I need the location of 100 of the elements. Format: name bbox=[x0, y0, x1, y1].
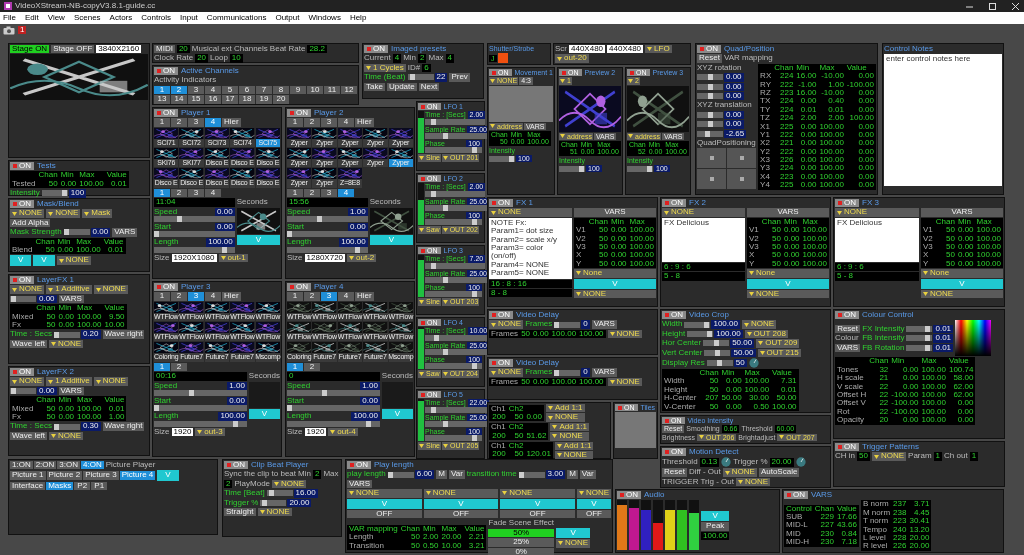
menu-item[interactable]: Help bbox=[349, 13, 367, 23]
on-toggle[interactable]: ON bbox=[224, 461, 248, 470]
dropdown[interactable]: Add 1:1 bbox=[545, 404, 585, 413]
menu-item[interactable]: Actors bbox=[109, 13, 133, 23]
dropdown[interactable]: NONE bbox=[46, 209, 81, 218]
dropdown[interactable]: NONE bbox=[556, 539, 591, 548]
tab[interactable]: 16 bbox=[205, 95, 221, 104]
dropdown[interactable]: NONE bbox=[489, 368, 524, 377]
tab[interactable]: 1 bbox=[154, 362, 170, 372]
button[interactable]: OFF bbox=[500, 509, 575, 519]
tab[interactable]: 3 bbox=[188, 188, 204, 198]
on-toggle[interactable]: ON bbox=[154, 283, 178, 292]
tab[interactable]: 2 bbox=[171, 118, 187, 127]
menu-item[interactable]: Windows bbox=[308, 13, 341, 23]
button[interactable]: Prev bbox=[449, 73, 470, 82]
dropdown[interactable]: NONE bbox=[554, 450, 594, 460]
button[interactable]: VARS bbox=[747, 208, 829, 217]
dropdown[interactable]: OUT 208 bbox=[744, 329, 788, 339]
tab[interactable]: 1 bbox=[154, 118, 170, 127]
dropdown[interactable]: NONE bbox=[835, 208, 920, 217]
dropdown[interactable]: out-2 bbox=[347, 253, 377, 263]
button[interactable]: M bbox=[567, 470, 578, 479]
dropdown[interactable]: NONE bbox=[735, 477, 771, 487]
dropdown[interactable]: NONE bbox=[10, 377, 45, 386]
tab[interactable]: 3 bbox=[188, 292, 204, 301]
tab[interactable]: 2 bbox=[304, 362, 320, 372]
button[interactable]: Straight bbox=[224, 507, 256, 517]
tab[interactable]: 4 bbox=[338, 118, 354, 127]
tab[interactable]: Picture 4 bbox=[119, 471, 156, 480]
dropdown[interactable]: NONE bbox=[747, 289, 829, 299]
notes-field[interactable]: FX Delicious bbox=[835, 217, 920, 262]
tab[interactable]: 2 bbox=[171, 85, 187, 95]
dropdown[interactable]: 1 Additive bbox=[46, 285, 92, 294]
tab[interactable]: 18 bbox=[239, 95, 255, 104]
tab[interactable]: 17 bbox=[222, 95, 238, 104]
tab[interactable]: 10 bbox=[307, 85, 323, 95]
button[interactable]: Peak bbox=[701, 522, 730, 531]
button[interactable]: VARS bbox=[58, 294, 84, 304]
tab[interactable]: 12 bbox=[341, 85, 357, 95]
notes-field[interactable]: NOTE Fx: Param1= dot size Param2= scale x/y Param3= color (on/off) Param4= NONE Param5= NONE bbox=[489, 217, 573, 279]
text-field[interactable]: 1920 bbox=[171, 427, 194, 437]
on-toggle[interactable]: ON bbox=[154, 109, 178, 118]
tab[interactable]: 4 bbox=[338, 188, 354, 198]
button[interactable]: AutoScale bbox=[758, 468, 800, 477]
dropdown[interactable]: NONE bbox=[607, 329, 642, 339]
on-toggle[interactable]: ON bbox=[662, 448, 686, 457]
tab[interactable]: P2 bbox=[74, 481, 91, 491]
tab[interactable]: 2 bbox=[304, 188, 320, 198]
tab[interactable]: 20 bbox=[273, 95, 289, 104]
tab[interactable]: 3:ON bbox=[57, 461, 80, 470]
tab[interactable]: Hier bbox=[355, 292, 374, 301]
button[interactable]: VARS bbox=[347, 479, 373, 489]
dropdown[interactable]: NONE bbox=[49, 339, 84, 349]
on-toggle[interactable]: ON bbox=[347, 461, 371, 470]
button[interactable]: Take bbox=[364, 82, 385, 91]
dropdown[interactable]: 1 Additive bbox=[46, 377, 92, 386]
on-toggle[interactable]: ON bbox=[662, 311, 686, 320]
notes-field[interactable]: enter control notes here bbox=[884, 54, 1002, 187]
tab[interactable]: 3 bbox=[188, 85, 204, 95]
button[interactable]: VARS bbox=[835, 343, 861, 352]
button[interactable]: Wave right bbox=[102, 330, 145, 339]
on-toggle[interactable]: ON bbox=[10, 276, 34, 285]
menu-item[interactable]: Scenes bbox=[73, 13, 101, 23]
menu-item[interactable]: File bbox=[3, 13, 16, 23]
dropdown[interactable]: NONE bbox=[93, 285, 128, 294]
button[interactable]: VARS bbox=[574, 208, 656, 217]
button[interactable]: VARS bbox=[112, 228, 138, 237]
tab[interactable]: 14 bbox=[171, 95, 187, 104]
dropdown[interactable]: NONE bbox=[10, 285, 45, 294]
on-toggle[interactable]: ON bbox=[10, 368, 34, 377]
button[interactable]: Stage ON bbox=[10, 45, 50, 54]
tab[interactable]: 1 bbox=[287, 362, 303, 372]
button[interactable]: OFF bbox=[423, 509, 499, 519]
on-toggle[interactable]: ON bbox=[364, 45, 388, 54]
tab[interactable]: 2 bbox=[304, 118, 320, 127]
button[interactable]: Wave right bbox=[102, 422, 145, 431]
tab[interactable]: Picture 1 bbox=[10, 471, 46, 480]
tab[interactable]: 6 bbox=[239, 85, 255, 95]
button[interactable]: Stage OFF bbox=[51, 45, 95, 54]
tab[interactable]: 11 bbox=[324, 85, 340, 95]
on-toggle[interactable]: ON bbox=[154, 67, 178, 76]
on-toggle[interactable]: ON bbox=[489, 311, 513, 320]
text-field[interactable]: 1920 bbox=[304, 427, 327, 437]
dropdown[interactable]: OUT 209 bbox=[756, 339, 800, 348]
button[interactable]: Var bbox=[579, 470, 596, 479]
tab[interactable]: 4 bbox=[205, 188, 221, 198]
dropdown[interactable]: NONE bbox=[10, 209, 45, 218]
tab[interactable]: Hier bbox=[222, 292, 241, 301]
dropdown[interactable]: None bbox=[574, 269, 656, 278]
dropdown[interactable]: NONE bbox=[500, 489, 575, 498]
dropdown[interactable]: None bbox=[747, 269, 829, 278]
button[interactable]: OFF bbox=[347, 509, 422, 519]
tab[interactable]: 2 bbox=[171, 292, 187, 301]
dropdown[interactable]: NONE bbox=[489, 208, 573, 217]
dropdown[interactable]: NONE bbox=[741, 320, 777, 329]
dropdown[interactable]: NONE bbox=[871, 452, 907, 461]
tab[interactable]: 2 bbox=[171, 188, 187, 198]
dropdown[interactable]: NONE bbox=[347, 489, 422, 498]
tab[interactable]: 8 bbox=[273, 85, 289, 95]
tab[interactable]: 1 bbox=[287, 118, 303, 127]
